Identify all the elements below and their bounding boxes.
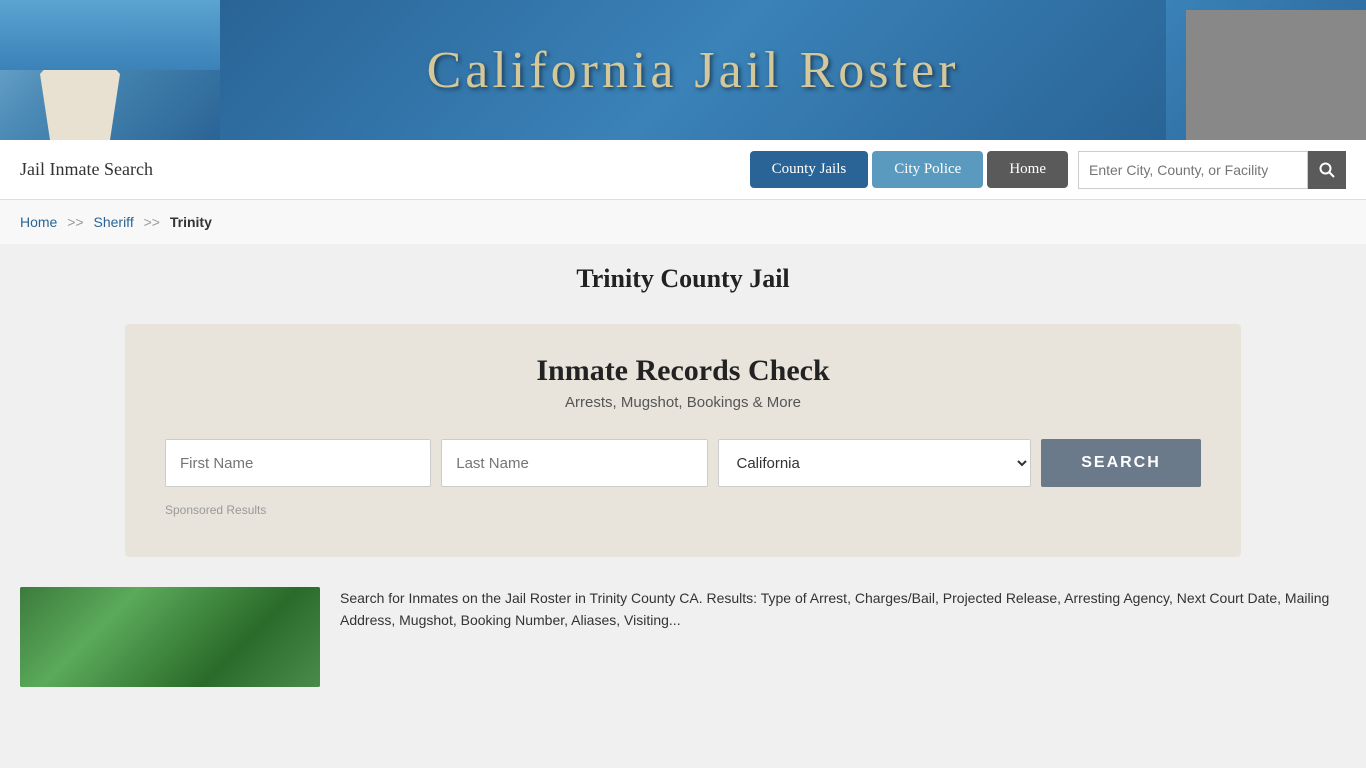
records-form: AlabamaAlaskaArizonaArkansasCaliforniaCo… [165, 439, 1201, 487]
nav-brand: Jail Inmate Search [20, 159, 750, 180]
breadcrumb-sep1: >> [67, 214, 83, 230]
city-police-button[interactable]: City Police [872, 151, 983, 188]
navbar: Jail Inmate Search County Jails City Pol… [0, 140, 1366, 200]
breadcrumb-current: Trinity [170, 214, 212, 230]
breadcrumb: Home >> Sheriff >> Trinity [0, 200, 1366, 244]
state-select[interactable]: AlabamaAlaskaArizonaArkansasCaliforniaCo… [718, 439, 1032, 487]
sponsored-label: Sponsored Results [165, 503, 1201, 517]
records-title: Inmate Records Check [165, 354, 1201, 388]
records-subtitle: Arrests, Mugshot, Bookings & More [165, 394, 1201, 411]
nav-buttons: County Jails City Police Home [750, 151, 1068, 188]
breadcrumb-sep2: >> [144, 214, 160, 230]
facility-image [20, 587, 320, 687]
last-name-input[interactable] [441, 439, 707, 487]
search-icon-button[interactable] [1308, 151, 1346, 189]
banner-right-image [1166, 0, 1366, 140]
search-input[interactable] [1078, 151, 1308, 189]
breadcrumb-sheriff[interactable]: Sheriff [94, 214, 134, 230]
facility-description: Search for Inmates on the Jail Roster in… [340, 587, 1346, 687]
home-button[interactable]: Home [987, 151, 1068, 188]
banner-center: California Jail Roster [220, 0, 1166, 140]
first-name-input[interactable] [165, 439, 431, 487]
county-jails-button[interactable]: County Jails [750, 151, 869, 188]
records-check-box: Inmate Records Check Arrests, Mugshot, B… [125, 324, 1241, 557]
banner-left-image [0, 0, 220, 140]
search-icon [1319, 162, 1335, 178]
bottom-section: Search for Inmates on the Jail Roster in… [0, 567, 1366, 687]
breadcrumb-home[interactable]: Home [20, 214, 57, 230]
site-title: California Jail Roster [427, 41, 960, 100]
page-title: Trinity County Jail [0, 244, 1366, 324]
search-bar [1078, 151, 1346, 189]
site-banner: California Jail Roster [0, 0, 1366, 140]
records-search-button[interactable]: SEARCH [1041, 439, 1201, 487]
